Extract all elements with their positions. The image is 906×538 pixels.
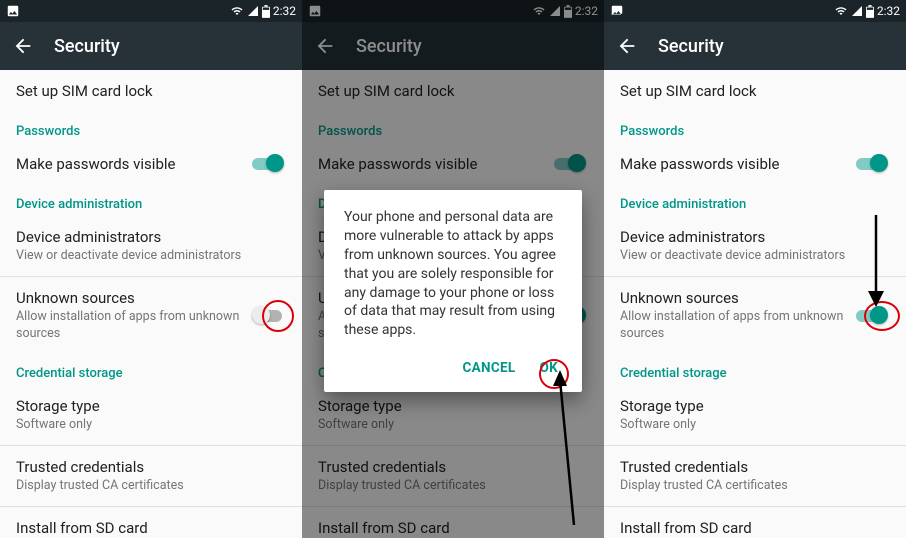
battery-icon	[866, 5, 874, 18]
row-title: Device administrators	[620, 228, 890, 246]
row-unknown-sources[interactable]: Unknown sources Allow installation of ap…	[604, 277, 906, 354]
row-device-admins[interactable]: Device administrators View or deactivate…	[604, 216, 906, 276]
page-title: Security	[54, 36, 120, 57]
row-subtitle: Display trusted CA certificates	[620, 478, 890, 494]
row-subtitle: Display trusted CA certificates	[16, 478, 286, 494]
screen-2: 2:32 Security Set up SIM card lock Passw…	[302, 0, 604, 538]
row-storage-type[interactable]: Storage type Software only	[604, 385, 906, 445]
row-passwords-visible[interactable]: Make passwords visible	[0, 143, 302, 185]
section-device-admin: Device administration	[0, 185, 302, 216]
toggle-passwords-visible[interactable]	[252, 154, 286, 174]
row-subtitle: Allow installation of apps from unknown …	[620, 309, 846, 342]
row-title: Storage type	[16, 397, 286, 415]
row-install-sd[interactable]: Install from SD card	[0, 507, 302, 538]
status-time: 2:32	[273, 4, 296, 18]
row-title: Install from SD card	[620, 519, 890, 537]
row-trusted-credentials[interactable]: Trusted credentials Display trusted CA c…	[0, 446, 302, 506]
row-title: Trusted credentials	[16, 458, 286, 476]
row-title: Make passwords visible	[16, 155, 286, 173]
toggle-unknown-sources[interactable]	[856, 306, 890, 326]
section-passwords: Passwords	[604, 112, 906, 143]
row-unknown-sources[interactable]: Unknown sources Allow installation of ap…	[0, 277, 302, 354]
cancel-button[interactable]: CANCEL	[463, 360, 516, 376]
settings-list: Set up SIM card lock Passwords Make pass…	[0, 70, 302, 538]
row-storage-type[interactable]: Storage type Software only	[0, 385, 302, 445]
row-sim-lock[interactable]: Set up SIM card lock	[604, 70, 906, 112]
row-install-sd[interactable]: Install from SD card	[604, 507, 906, 538]
status-bar: 2:32	[604, 0, 906, 22]
row-subtitle: Software only	[620, 417, 890, 433]
status-time: 2:32	[877, 4, 900, 18]
row-passwords-visible[interactable]: Make passwords visible	[604, 143, 906, 185]
row-title: Install from SD card	[16, 519, 286, 537]
back-icon[interactable]	[12, 35, 34, 57]
confirm-dialog: Your phone and personal data are more vu…	[324, 190, 582, 392]
back-icon[interactable]	[616, 35, 638, 57]
row-sim-lock[interactable]: Set up SIM card lock	[0, 70, 302, 112]
app-bar: Security	[604, 22, 906, 70]
row-title: Trusted credentials	[620, 458, 890, 476]
screen-1: 2:32 Security Set up SIM card lock Passw…	[0, 0, 302, 538]
battery-icon	[262, 5, 270, 18]
ok-button[interactable]: OK	[540, 360, 559, 376]
wifi-icon	[230, 5, 244, 17]
row-title: Set up SIM card lock	[16, 82, 286, 100]
row-subtitle: View or deactivate device administrators	[620, 248, 890, 264]
row-title: Unknown sources	[16, 289, 242, 307]
section-credential: Credential storage	[0, 354, 302, 385]
row-title: Storage type	[620, 397, 890, 415]
settings-list: Set up SIM card lock Passwords Make pass…	[604, 70, 906, 538]
row-subtitle: Software only	[16, 417, 286, 433]
section-credential: Credential storage	[604, 354, 906, 385]
section-device-admin: Device administration	[604, 185, 906, 216]
row-subtitle: Allow installation of apps from unknown …	[16, 309, 242, 342]
app-bar: Security	[0, 22, 302, 70]
picture-icon	[610, 4, 624, 18]
section-passwords: Passwords	[0, 112, 302, 143]
row-device-admins[interactable]: Device administrators View or deactivate…	[0, 216, 302, 276]
row-title: Unknown sources	[620, 289, 846, 307]
picture-icon	[6, 4, 20, 18]
toggle-passwords-visible[interactable]	[856, 154, 890, 174]
status-bar: 2:32	[0, 0, 302, 22]
row-title: Device administrators	[16, 228, 286, 246]
toggle-unknown-sources[interactable]	[252, 306, 286, 326]
signal-icon	[851, 5, 863, 17]
page-title: Security	[658, 36, 724, 57]
wifi-icon	[834, 5, 848, 17]
row-subtitle: View or deactivate device administrators	[16, 248, 286, 264]
row-title: Set up SIM card lock	[620, 82, 890, 100]
signal-icon	[247, 5, 259, 17]
row-title: Make passwords visible	[620, 155, 890, 173]
screen-3: 2:32 Security Set up SIM card lock Passw…	[604, 0, 906, 538]
row-trusted-credentials[interactable]: Trusted credentials Display trusted CA c…	[604, 446, 906, 506]
dialog-body: Your phone and personal data are more vu…	[344, 208, 562, 340]
